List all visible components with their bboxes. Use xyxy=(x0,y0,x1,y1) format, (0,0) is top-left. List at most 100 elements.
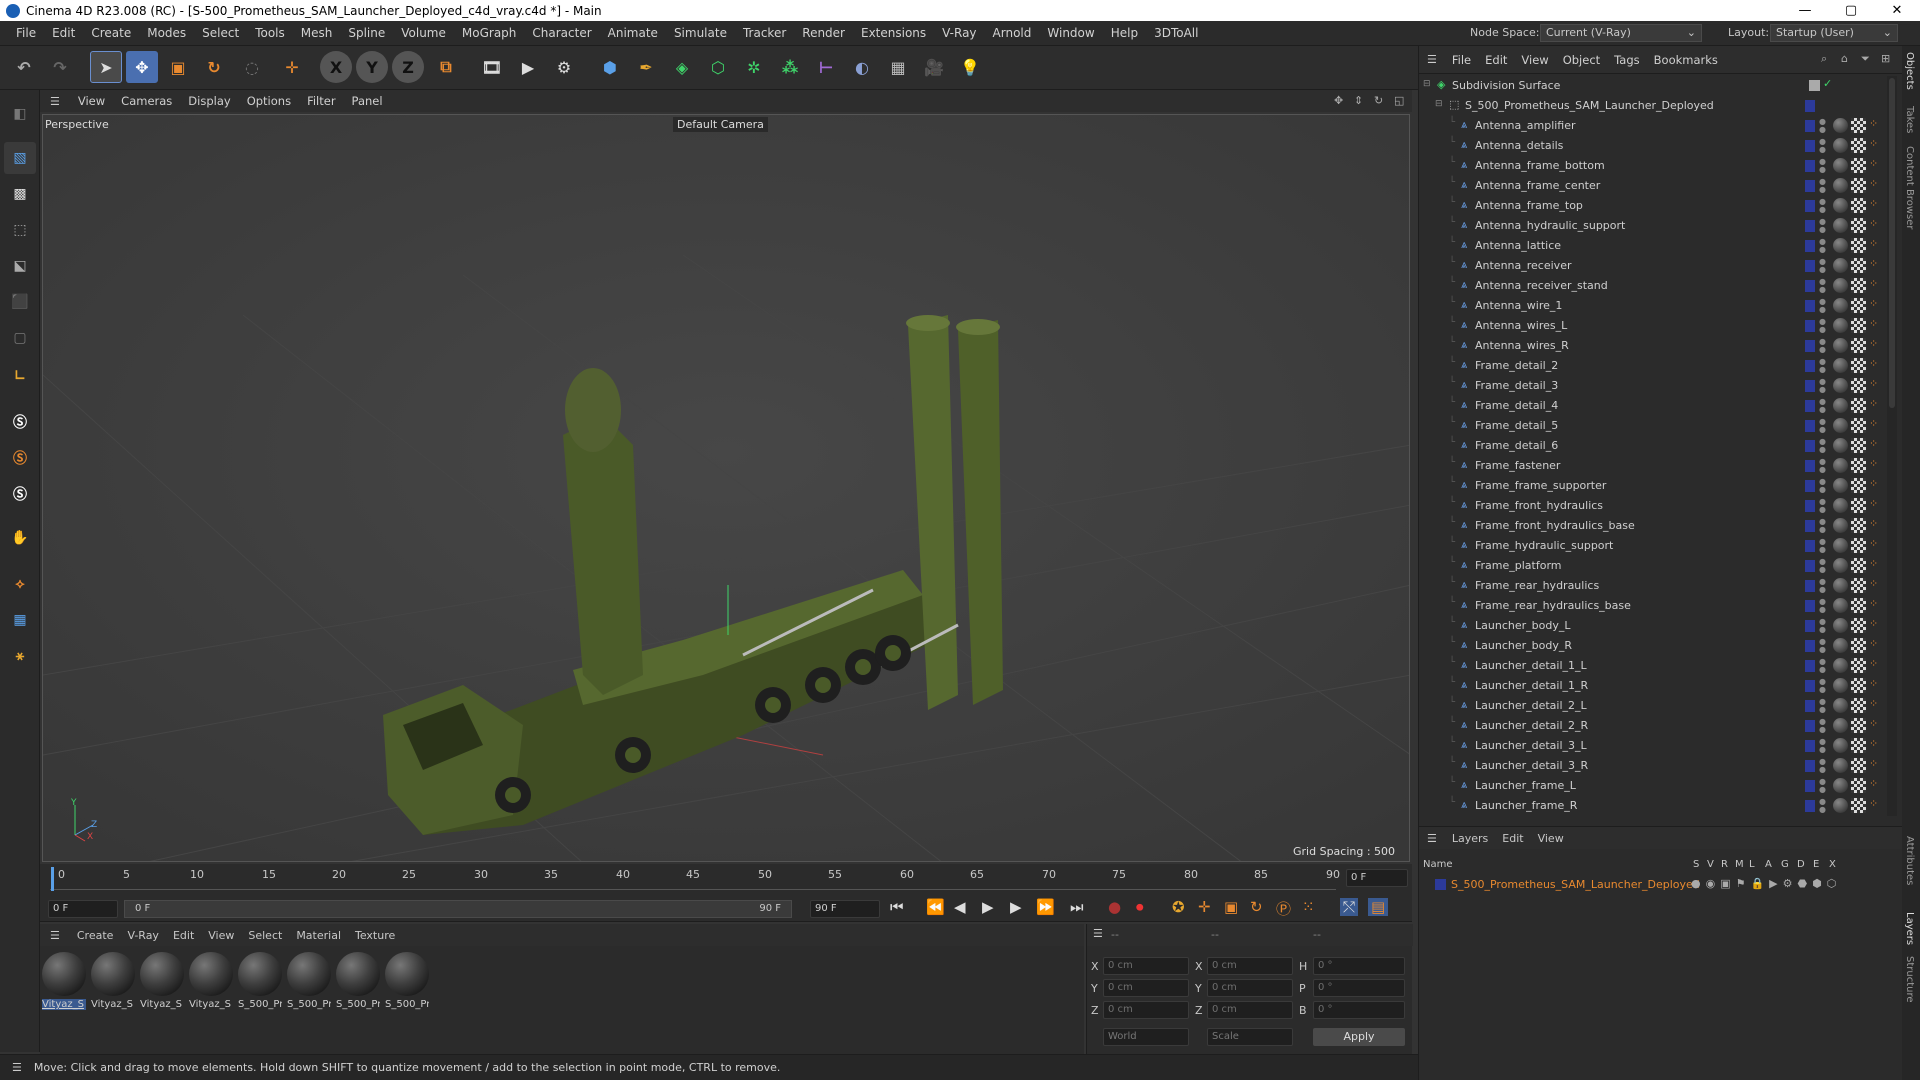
visibility-dots-icon[interactable]: ● ● xyxy=(1819,438,1826,454)
collapse-icon[interactable]: ⊟ xyxy=(1435,99,1443,109)
vray-tag-icon[interactable]: ⁘ xyxy=(1869,497,1878,510)
perspective-viewport[interactable]: Perspective Default Camera Grid Spacing … xyxy=(42,114,1410,862)
object-row[interactable]: └ ⩓ Antenna_frame_bottom ● ● ⁘ xyxy=(1419,156,1885,176)
layout-select[interactable]: Startup (User) ⌄ xyxy=(1770,24,1898,42)
material-tag-icon[interactable] xyxy=(1833,778,1848,793)
object-row[interactable]: └ ⩓ Antenna_receiver ● ● ⁘ xyxy=(1419,256,1885,276)
key-rotation-icon[interactable]: ↻ xyxy=(1250,898,1263,916)
texture-tag-icon[interactable] xyxy=(1851,218,1866,233)
layer-color-swatch[interactable] xyxy=(1805,220,1815,232)
vray-tag-icon[interactable]: ⁘ xyxy=(1869,377,1878,390)
material-swatch[interactable]: Vityaz_S xyxy=(189,952,233,1024)
pen-spline-icon[interactable]: ✒ xyxy=(630,51,662,83)
visibility-dots-icon[interactable]: ● ● xyxy=(1819,658,1826,674)
node-space-select[interactable]: Current (V-Ray) ⌄ xyxy=(1540,24,1702,42)
menu-edit[interactable]: Edit xyxy=(44,26,83,40)
vray-tag-icon[interactable]: ⁘ xyxy=(1869,317,1878,330)
layer-color-swatch[interactable] xyxy=(1805,780,1815,792)
object-row[interactable]: └ ⩓ Frame_detail_5 ● ● ⁘ xyxy=(1419,416,1885,436)
rotation-p-field[interactable]: 0 ° xyxy=(1313,979,1405,997)
object-row[interactable]: └ ⩓ Launcher_detail_2_R ● ● ⁘ xyxy=(1419,716,1885,736)
visibility-dots-icon[interactable]: ● ● xyxy=(1819,498,1826,514)
vray-tag-icon[interactable]: ⁘ xyxy=(1869,717,1878,730)
layer-color-swatch[interactable] xyxy=(1805,540,1815,552)
object-row[interactable]: └ ⩓ Launcher_body_R ● ● ⁘ xyxy=(1419,636,1885,656)
vray-tag-icon[interactable]: ⁘ xyxy=(1869,257,1878,270)
minimize-button[interactable]: — xyxy=(1782,0,1828,21)
texture-tag-icon[interactable] xyxy=(1851,378,1866,393)
material-tag-icon[interactable] xyxy=(1833,278,1848,293)
visibility-dots-icon[interactable]: ● ● xyxy=(1819,158,1826,174)
vray-tag-icon[interactable]: ⁘ xyxy=(1869,117,1878,130)
tab-content-browser[interactable]: Content Browser xyxy=(1904,146,1915,229)
vray-tag-icon[interactable]: ⁘ xyxy=(1869,677,1878,690)
size-z-field[interactable]: 0 cm xyxy=(1207,1001,1293,1019)
object-row-group[interactable]: ⊟ ⬚ S_500_Prometheus_SAM_Launcher_Deploy… xyxy=(1419,96,1885,116)
texture-tag-icon[interactable] xyxy=(1851,178,1866,193)
menu-simulate[interactable]: Simulate xyxy=(666,26,735,40)
visibility-dots-icon[interactable]: ● ● xyxy=(1819,578,1826,594)
render-view-icon[interactable]: ▶ xyxy=(512,51,544,83)
texture-tag-icon[interactable] xyxy=(1851,298,1866,313)
polygons-mode-icon[interactable]: ⬛ xyxy=(4,286,36,318)
material-menu-vray[interactable]: V-Ray xyxy=(120,929,166,942)
visibility-dots-icon[interactable]: ● ● xyxy=(1819,338,1826,354)
viewport-menu-panel[interactable]: Panel xyxy=(344,94,391,108)
object-row[interactable]: └ ⩓ Antenna_wires_R ● ● ⁘ xyxy=(1419,336,1885,356)
visibility-dots-icon[interactable]: ● ● xyxy=(1819,798,1826,814)
pan-view-icon[interactable]: ✥ xyxy=(1334,94,1343,107)
visibility-dots-icon[interactable]: ● ● xyxy=(1819,458,1826,474)
undo-icon[interactable]: ↶ xyxy=(8,51,40,83)
search-icon[interactable]: ⌕ xyxy=(1821,52,1827,66)
object-row[interactable]: └ ⩓ Frame_platform ● ● ⁘ xyxy=(1419,556,1885,576)
object-row[interactable]: └ ⩓ Launcher_frame_R ● ● ⁘ xyxy=(1419,796,1885,816)
texture-tag-icon[interactable] xyxy=(1851,458,1866,473)
viewport-menu-cameras[interactable]: Cameras xyxy=(113,94,180,108)
rotation-b-field[interactable]: 0 ° xyxy=(1313,1001,1405,1019)
keyframe-selection-icon[interactable]: ✪ xyxy=(1172,898,1185,916)
visibility-dots-icon[interactable]: ● ● xyxy=(1819,518,1826,534)
material-menu-material[interactable]: Material xyxy=(289,929,348,942)
object-row[interactable]: └ ⩓ Antenna_receiver_stand ● ● ⁘ xyxy=(1419,276,1885,296)
object-row[interactable]: └ ⩓ Antenna_frame_top ● ● ⁘ xyxy=(1419,196,1885,216)
material-tag-icon[interactable] xyxy=(1833,178,1848,193)
vray-tag-icon[interactable]: ⁘ xyxy=(1869,457,1878,470)
texture-tag-icon[interactable] xyxy=(1851,238,1866,253)
previous-frame-icon[interactable]: ◀ xyxy=(954,898,966,916)
layer-color-swatch[interactable] xyxy=(1435,879,1446,890)
layer-color-swatch[interactable] xyxy=(1805,580,1815,592)
menu-vray[interactable]: V-Ray xyxy=(934,26,984,40)
layer-color-swatch[interactable] xyxy=(1805,280,1815,292)
visibility-dots-icon[interactable]: ● ● xyxy=(1819,398,1826,414)
material-menu-select[interactable]: Select xyxy=(241,929,289,942)
material-tag-icon[interactable] xyxy=(1833,578,1848,593)
layer-color-swatch[interactable] xyxy=(1805,700,1815,712)
grid-icon[interactable]: ▦ xyxy=(4,604,36,636)
material-tag-icon[interactable] xyxy=(1833,478,1848,493)
layer-color-swatch[interactable] xyxy=(1805,300,1815,312)
paint-icon[interactable]: ⚹ xyxy=(4,640,36,672)
object-row[interactable]: └ ⩓ Frame_hydraulic_support ● ● ⁘ xyxy=(1419,536,1885,556)
rotate-view-icon[interactable]: ↻ xyxy=(1374,94,1383,107)
material-swatch[interactable]: S_500_Pr xyxy=(385,952,429,1024)
layer-row[interactable]: S_500_Prometheus_SAM_Launcher_Deployed ●… xyxy=(1419,875,1885,895)
layer-color-swatch[interactable] xyxy=(1805,120,1815,132)
material-tag-icon[interactable] xyxy=(1833,238,1848,253)
material-menu-create[interactable]: Create xyxy=(70,929,121,942)
object-row[interactable]: └ ⩓ Frame_detail_2 ● ● ⁘ xyxy=(1419,356,1885,376)
edges-mode-icon[interactable]: ⬕ xyxy=(4,250,36,282)
object-row[interactable]: └ ⩓ Frame_detail_4 ● ● ⁘ xyxy=(1419,396,1885,416)
extrude-generator-icon[interactable]: ⬡ xyxy=(702,51,734,83)
material-tag-icon[interactable] xyxy=(1833,318,1848,333)
vray-tag-icon[interactable]: ⁘ xyxy=(1869,297,1878,310)
object-row[interactable]: └ ⩓ Frame_rear_hydraulics_base ● ● ⁘ xyxy=(1419,596,1885,616)
layer-toggle-icons[interactable]: ●◉▣⚑🔒▶⚙⬣⬢⬡ xyxy=(1691,877,1841,890)
apply-button[interactable]: Apply xyxy=(1313,1028,1405,1046)
tab-structure[interactable]: Structure xyxy=(1904,956,1915,1003)
texture-tag-icon[interactable] xyxy=(1851,498,1866,513)
field-icon[interactable]: ◐ xyxy=(846,51,878,83)
transform-tool-icon[interactable]: ✛ xyxy=(276,51,308,83)
hamburger-icon[interactable]: ☰ xyxy=(1419,53,1445,66)
vray-tag-icon[interactable]: ⁘ xyxy=(1869,157,1878,170)
material-tag-icon[interactable] xyxy=(1833,538,1848,553)
